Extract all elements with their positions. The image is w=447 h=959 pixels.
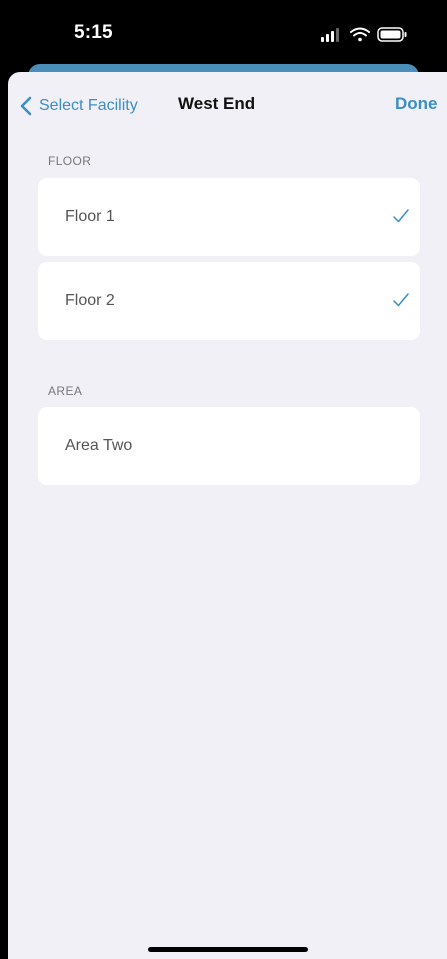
back-button-label: Select Facility: [39, 97, 138, 114]
status-bar: 5:15: [0, 0, 447, 72]
checkmark-icon: [393, 209, 409, 223]
page-title: West End: [178, 94, 256, 113]
list-item-area-two[interactable]: Area Two: [38, 407, 420, 485]
chevron-left-icon: [20, 96, 32, 116]
back-button[interactable]: Select Facility: [20, 94, 138, 118]
list-item-label: Area Two: [65, 437, 133, 454]
list-item-label: Floor 2: [65, 292, 115, 309]
checkmark-icon: [393, 293, 409, 307]
done-button[interactable]: Done: [395, 94, 438, 114]
battery-icon: [377, 27, 407, 42]
status-time: 5:15: [74, 22, 113, 43]
home-indicator[interactable]: [148, 947, 308, 952]
status-icons: [321, 27, 407, 42]
facility-sheet: Select Facility West End Done FLOOR Floo…: [8, 72, 447, 959]
list-item-label: Floor 1: [65, 208, 115, 225]
list-item-floor-2[interactable]: Floor 2: [38, 262, 420, 340]
signal-icon: [321, 28, 339, 42]
section-header-floor: FLOOR: [48, 154, 92, 168]
section-header-area: AREA: [48, 384, 83, 398]
list-item-floor-1[interactable]: Floor 1: [38, 178, 420, 256]
wifi-icon: [350, 27, 370, 42]
